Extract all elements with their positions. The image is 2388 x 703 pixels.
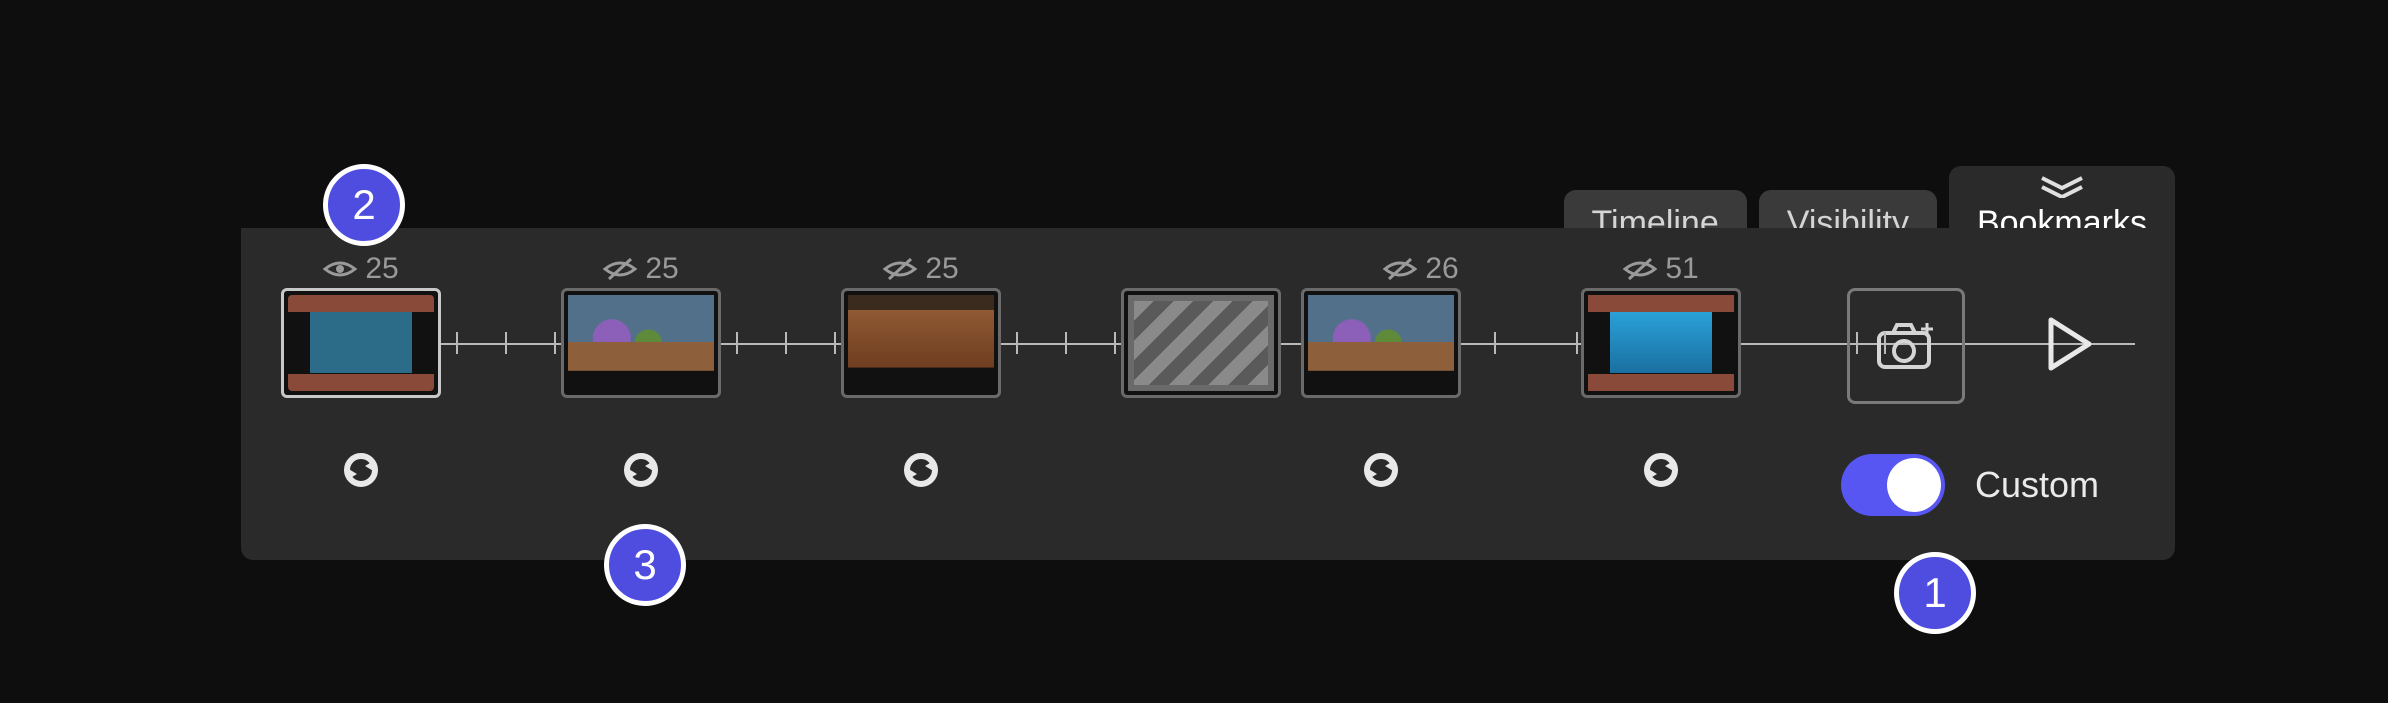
sync-button[interactable] (1357, 446, 1405, 494)
callout-badge-1: 1 (1894, 552, 1976, 634)
keyframe-4[interactable] (1121, 288, 1281, 398)
play-button[interactable] (2045, 316, 2095, 372)
keyframe-6[interactable]: 51 (1581, 288, 1741, 398)
keyframe-count: 26 (1425, 252, 1458, 286)
keyframe-meta: 51 (1581, 252, 1741, 286)
keyframe-3[interactable]: 25 (841, 288, 1001, 398)
keyframe-thumbnail[interactable] (561, 288, 721, 398)
keyframe-meta: 25 (841, 252, 1001, 286)
keyframe-meta: 25 (561, 252, 721, 286)
tick-group (1856, 332, 1886, 354)
keyframe-meta: 25 (281, 252, 441, 286)
callout-badge-2: 2 (323, 164, 405, 246)
callout-badge-3: 3 (604, 524, 686, 606)
tick-group (456, 332, 556, 354)
sync-button[interactable] (617, 446, 665, 494)
keyframe-thumbnail[interactable] (1121, 288, 1281, 398)
chevron-down-icon (2040, 176, 2084, 198)
keyframe-count: 25 (365, 252, 398, 286)
tick-group (1016, 332, 1116, 354)
custom-toggle-label: Custom (1975, 464, 2099, 506)
eye-off-icon (603, 257, 637, 281)
eye-off-icon (883, 257, 917, 281)
keyframe-count: 25 (925, 252, 958, 286)
eye-off-icon (1383, 257, 1417, 281)
keyframe-thumbnail[interactable] (1301, 288, 1461, 398)
eye-icon (323, 257, 357, 281)
keyframe-5[interactable]: 26 (1301, 288, 1461, 398)
keyframe-count: 51 (1665, 252, 1698, 286)
play-icon (2045, 316, 2095, 372)
sync-button[interactable] (897, 446, 945, 494)
keyframe-1[interactable]: 25 (281, 288, 441, 398)
custom-toggle-row: Custom (1841, 454, 2099, 516)
toggle-knob (1887, 458, 1941, 512)
eye-off-icon (1623, 257, 1657, 281)
keyframe-2[interactable]: 25 (561, 288, 721, 398)
keyframe-thumbnail[interactable] (1581, 288, 1741, 398)
bookmarks-panel: 25 25 25 26 (241, 228, 2175, 560)
keyframe-thumbnail[interactable] (281, 288, 441, 398)
keyframe-meta: 26 (1341, 252, 1501, 286)
keyframe-count: 25 (645, 252, 678, 286)
keyframe-thumbnail[interactable] (841, 288, 1001, 398)
tick-group (736, 332, 836, 354)
custom-toggle[interactable] (1841, 454, 1945, 516)
sync-button[interactable] (337, 446, 385, 494)
sync-button[interactable] (1637, 446, 1685, 494)
